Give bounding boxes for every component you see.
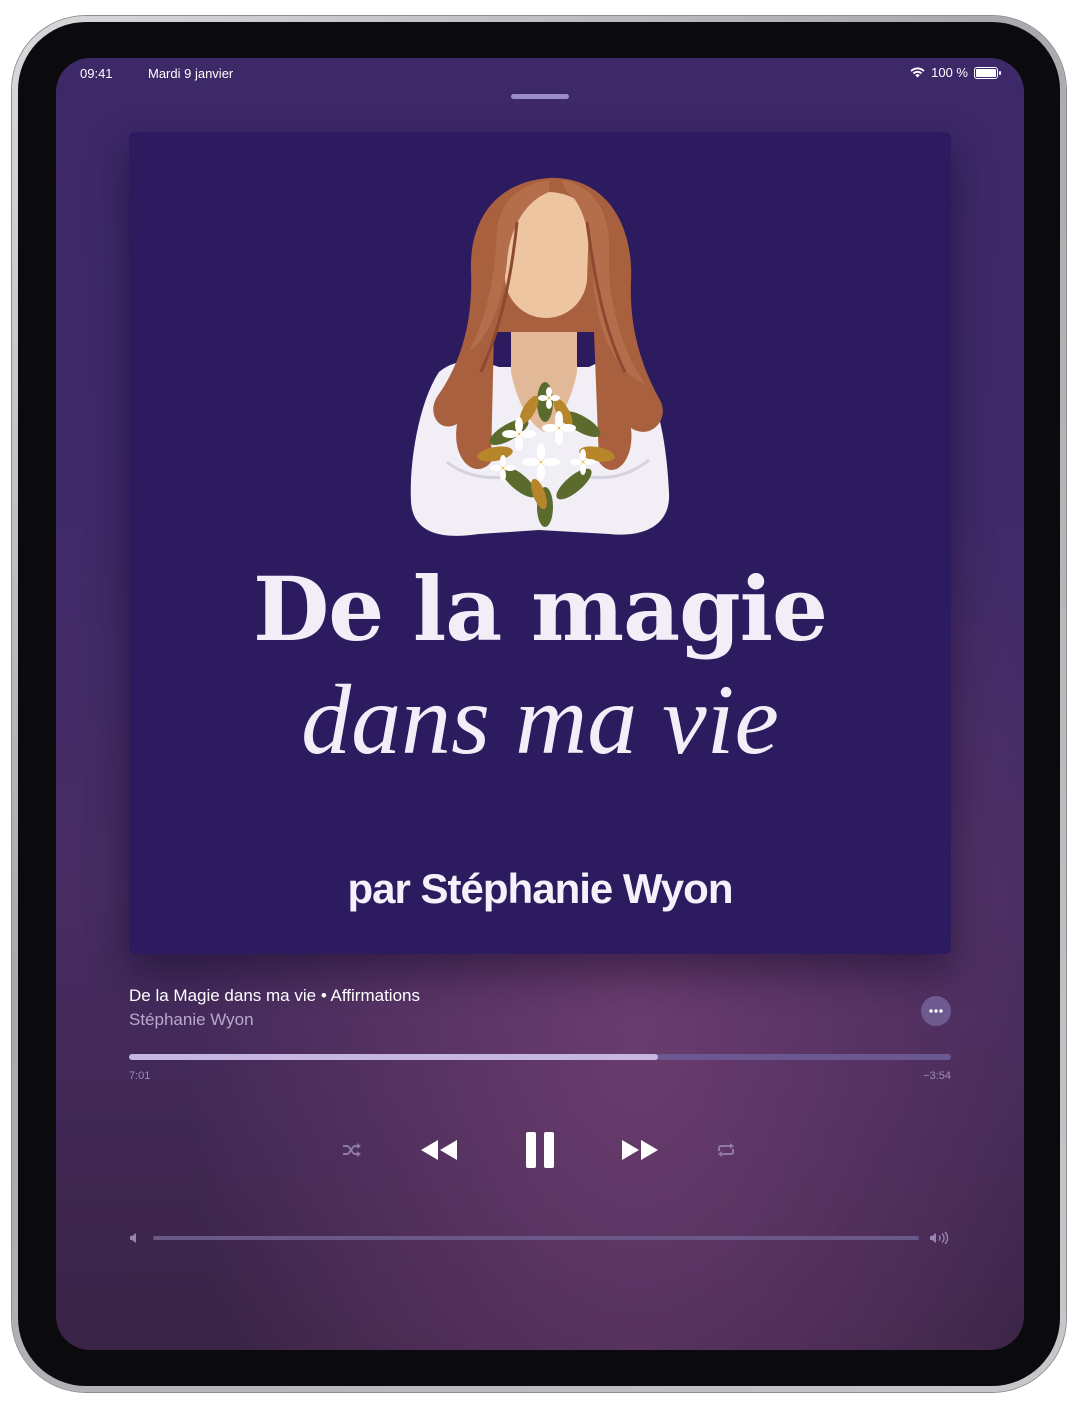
artwork-byline: par Stéphanie Wyon: [347, 865, 734, 912]
ellipsis-icon: [929, 1009, 943, 1013]
player-screen: 09:41 Mardi 9 janvier 100 % De la magie …: [56, 58, 1024, 1350]
shuffle-button[interactable]: [340, 1138, 364, 1162]
shuffle-icon: [343, 1143, 361, 1157]
episode-artist[interactable]: Stéphanie Wyon: [129, 1010, 951, 1030]
now-playing-info: De la Magie dans ma vie • Affirmations S…: [129, 986, 951, 1030]
more-options-button[interactable]: [921, 996, 951, 1026]
speaker-high-icon: [930, 1231, 949, 1245]
playback-controls: [56, 1128, 1024, 1172]
volume-control: [129, 1228, 951, 1248]
episode-title[interactable]: De la Magie dans ma vie • Affirmations: [129, 986, 951, 1006]
artwork-title-line1: De la magie: [252, 557, 828, 661]
sheet-grabber[interactable]: [511, 94, 569, 99]
status-time: 09:41: [80, 66, 113, 81]
artwork-title-line2: dans ma vie: [301, 664, 779, 775]
pause-button[interactable]: [522, 1130, 558, 1170]
remaining-time: −3:54: [923, 1070, 951, 1082]
progress-slider[interactable]: [129, 1054, 951, 1060]
battery-percent: 100 %: [931, 65, 968, 80]
status-date: Mardi 9 janvier: [148, 66, 234, 81]
battery-icon: [974, 66, 1001, 79]
progress-fill: [129, 1054, 658, 1060]
volume-slider[interactable]: [153, 1236, 919, 1240]
pause-icon: [526, 1132, 554, 1168]
rewind-button[interactable]: [418, 1136, 460, 1164]
repeat-button[interactable]: [714, 1138, 738, 1162]
forward-icon: [622, 1140, 658, 1160]
wifi-icon: [910, 67, 925, 78]
fast-forward-button[interactable]: [619, 1136, 661, 1164]
status-bar: 09:41 Mardi 9 janvier 100 %: [80, 64, 1001, 84]
repeat-icon: [718, 1143, 734, 1157]
status-right: 100 %: [910, 65, 1001, 80]
elapsed-time: 7:01: [129, 1070, 151, 1082]
speaker-low-icon: [130, 1233, 136, 1243]
backward-icon: [421, 1140, 457, 1160]
album-artwork: De la magie dans ma vie par Stéphanie Wy…: [129, 132, 951, 954]
woman-with-flowers-illustration: [410, 177, 670, 536]
